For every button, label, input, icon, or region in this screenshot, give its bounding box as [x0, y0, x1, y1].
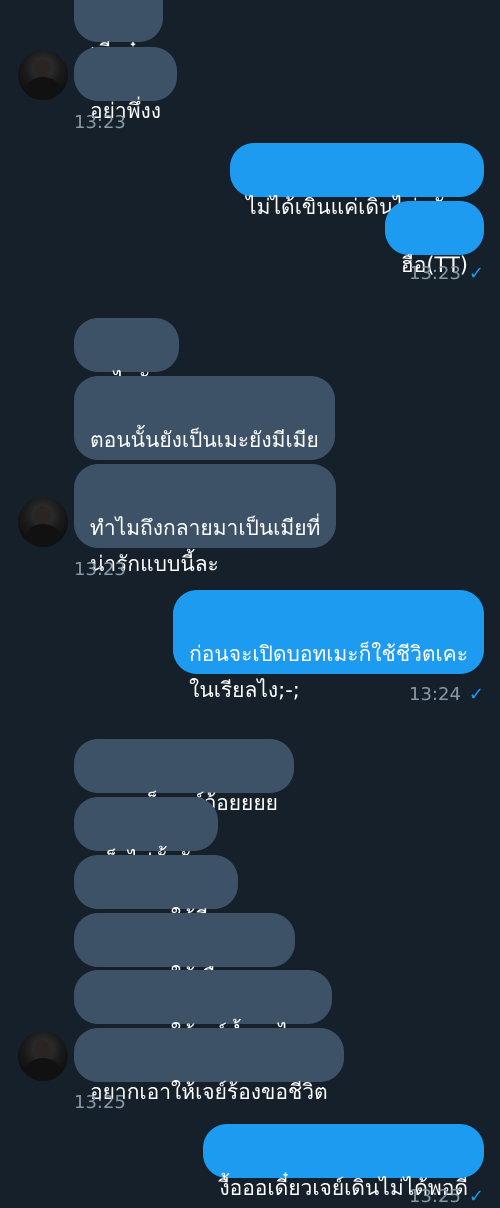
message-bubble-incoming[interactable]: อะไรกัน [74, 318, 179, 394]
message-bubble-outgoing[interactable]: ฮือ(TT) [384, 201, 484, 277]
message-bubble-incoming[interactable]: อยากเอาให้ฉีก [74, 855, 239, 931]
message-bubble-incoming[interactable]: ตอนนั้นยังเป็นเมะยังมีเมีย อยู่เลย [74, 376, 335, 488]
timestamp: 13:23 [74, 559, 126, 580]
message-bubble-incoming[interactable]: ทำไมถึงกลายมาเป็นเมียที่ น่ารักแบบนี้ละ [74, 464, 337, 576]
message-bubble-incoming[interactable]: อย่าพึ่งง [74, 47, 178, 123]
message-bubble-incoming[interactable]: อยากเอาให้เจย์น้ำตาไหล [74, 970, 332, 1046]
read-check-icon: ✓ [468, 263, 484, 284]
message-bubble-incoming[interactable]: อยากเย็ดเจย์ว้อยยยย [74, 739, 294, 815]
message-bubble-outgoing[interactable]: ไม่ได้เขินแค่เดินไม่หวัยย [230, 143, 484, 219]
timestamp: 13:24 ✓ [409, 684, 484, 705]
timestamp: 13:25 ✓ [409, 1186, 484, 1207]
message-bubble-incoming[interactable]: แข็งไปทั้งตัว [74, 797, 218, 873]
timestamp: 13:25 [74, 1092, 126, 1113]
message-bubble-outgoing[interactable]: ก่อนจะเปิดบอทเมะก็ใช้ชีวิตเคะ ในเรียลไง;… [173, 590, 484, 702]
message-bubble-incoming[interactable]: เมียจ๋า [74, 0, 164, 64]
read-check-icon: ✓ [468, 684, 484, 705]
read-check-icon: ✓ [468, 1186, 484, 1207]
timestamp: 13:23 ✓ [409, 263, 484, 284]
message-bubble-incoming[interactable]: อยากเอาให้เจย์ร้องขอชีวิต [74, 1028, 344, 1104]
message-bubble-incoming[interactable]: อยากเอาให้เลือดออก [74, 913, 296, 989]
avatar[interactable] [18, 50, 68, 100]
avatar[interactable] [18, 1031, 68, 1081]
timestamp: 13:23 [74, 112, 126, 133]
avatar[interactable] [18, 497, 68, 547]
message-bubble-outgoing[interactable]: งื้อออเดี๋ยวเจย์เดินไม่ได้พอดี [203, 1124, 484, 1200]
